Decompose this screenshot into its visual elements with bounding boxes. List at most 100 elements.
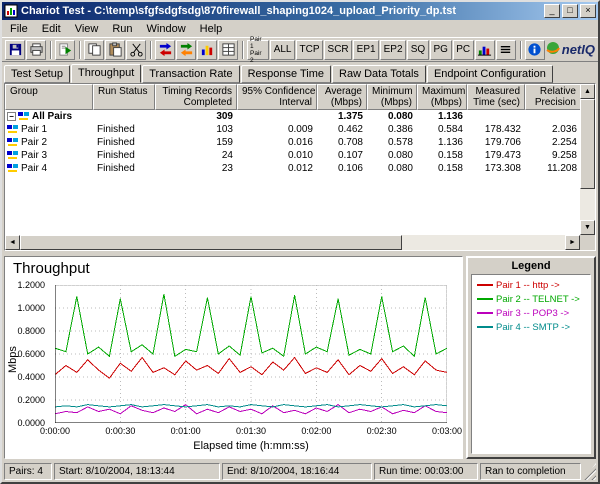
scroll-left-icon[interactable]: ◄ bbox=[5, 235, 20, 250]
table-row-pair-1[interactable]: Pair 1 Finished 103 0.009 0.462 0.386 0.584 178… bbox=[5, 123, 580, 136]
column-header-group[interactable]: Group bbox=[5, 84, 93, 110]
y-tick-label: 0.8000 bbox=[17, 326, 45, 336]
paste-button[interactable] bbox=[105, 39, 125, 60]
pair-chart-button[interactable] bbox=[197, 39, 217, 60]
info-button[interactable] bbox=[524, 39, 545, 60]
run-group-icon bbox=[58, 42, 73, 57]
legend-swatch bbox=[477, 326, 493, 328]
pair-add-button[interactable] bbox=[155, 39, 175, 60]
max-cell: 0.158 bbox=[437, 163, 463, 174]
copy-icon bbox=[87, 42, 102, 57]
x-tick-label: 0:02:00 bbox=[301, 426, 332, 436]
scroll-up-icon[interactable]: ▲ bbox=[580, 84, 595, 99]
tab-strip: Test Setup Throughput Transaction Rate Resp… bbox=[2, 62, 598, 83]
save-button[interactable] bbox=[5, 39, 25, 60]
table-row-pair-2[interactable]: Pair 2 Finished 159 0.016 0.708 0.578 1.136 179… bbox=[5, 136, 580, 149]
menu-lines-icon bbox=[498, 42, 513, 57]
min-cell: 0.080 bbox=[387, 150, 413, 161]
status-cell: Finished bbox=[97, 150, 135, 161]
x-axis-label: Elapsed time (h:mm:ss) bbox=[193, 440, 309, 452]
tab-raw-data-totals[interactable]: Raw Data Totals bbox=[332, 65, 426, 83]
run-group-button[interactable] bbox=[55, 39, 75, 60]
info-icon bbox=[527, 42, 542, 57]
menu-item-help[interactable]: Help bbox=[193, 21, 230, 37]
table-row-pair-3[interactable]: Pair 3 Finished 24 0.010 0.107 0.080 0.158 179.… bbox=[5, 149, 580, 162]
column-header-minimum[interactable]: Minimum (Mbps) bbox=[367, 84, 417, 110]
column-header-maximum[interactable]: Maximum (Mbps) bbox=[417, 84, 467, 110]
scroll-right-icon[interactable]: ► bbox=[565, 235, 580, 250]
toolbar-button-pc[interactable]: PC bbox=[452, 39, 474, 60]
vertical-scroll-thumb[interactable] bbox=[580, 99, 595, 189]
horizontal-scroll-thumb[interactable] bbox=[20, 235, 402, 250]
resize-grip[interactable] bbox=[583, 463, 596, 480]
precision-cell: 2.254 bbox=[551, 137, 577, 148]
title-bar[interactable]: Chariot Test - C:\temp\sfgfsdgfsdg\870fi… bbox=[2, 2, 598, 20]
column-header-run-status[interactable]: Run Status bbox=[93, 84, 155, 110]
toolbar-separator bbox=[50, 40, 52, 59]
table-row-all-pairs[interactable]: − All Pairs 309 1.375 0.080 1.136 bbox=[5, 110, 580, 123]
max-cell: 1.136 bbox=[437, 137, 463, 148]
y-tick-label: 1.2000 bbox=[17, 280, 45, 290]
column-header-measured[interactable]: Measured Time (sec) bbox=[467, 84, 525, 110]
group-label: Pair 3 bbox=[21, 150, 48, 161]
tab-response-time[interactable]: Response Time bbox=[240, 65, 332, 83]
toolbar-button-pg[interactable]: PG bbox=[429, 39, 452, 60]
toolbar-button-ep2[interactable]: EP2 bbox=[380, 39, 407, 60]
column-header-95-confidence[interactable]: 95% Confidence Interval bbox=[237, 84, 317, 110]
tab-test-setup[interactable]: Test Setup bbox=[4, 65, 70, 83]
chart-area: Throughput Mbps Elapsed time (h:mm:ss) 0… bbox=[4, 256, 463, 459]
menu-item-edit[interactable]: Edit bbox=[35, 21, 68, 37]
menu-lines-button[interactable] bbox=[495, 39, 516, 60]
min-cell: 0.578 bbox=[387, 137, 413, 148]
pair-copy-button[interactable] bbox=[176, 39, 196, 60]
column-header-timing-records[interactable]: Timing Records Completed bbox=[155, 84, 237, 110]
toolbar-button-all[interactable]: ALL bbox=[270, 39, 296, 60]
completed-cell: 23 bbox=[221, 163, 233, 174]
cut-button[interactable] bbox=[126, 39, 146, 60]
table-body: − All Pairs 309 1.375 0.080 1.136 Pair 1 Finish… bbox=[5, 110, 580, 175]
status-bar: Pairs: 4 Start: 8/10/2004, 18:13:44 End: 8… bbox=[2, 461, 598, 482]
expand-collapse-box[interactable]: − bbox=[7, 112, 16, 121]
legend-label: Pair 3 -- POP3 -> bbox=[496, 307, 570, 319]
print-button[interactable] bbox=[26, 39, 46, 60]
menu-item-run[interactable]: Run bbox=[105, 21, 139, 37]
column-header-relative[interactable]: Relative Precision bbox=[525, 84, 580, 110]
copy-button[interactable] bbox=[84, 39, 104, 60]
pair-1-2-label: Pair 1 Pair 2 bbox=[250, 35, 262, 64]
pair-grid-icon bbox=[221, 42, 236, 57]
group-cell: Pair 1 bbox=[5, 124, 93, 135]
toolbar-separator bbox=[242, 40, 244, 59]
minimize-button[interactable]: _ bbox=[544, 4, 560, 18]
chart-button[interactable] bbox=[474, 39, 495, 60]
tab-throughput[interactable]: Throughput bbox=[70, 64, 142, 83]
table-row-pair-4[interactable]: Pair 4 Finished 23 0.012 0.106 0.080 0.158 173.… bbox=[5, 162, 580, 175]
print-icon bbox=[29, 42, 44, 57]
legend-panel: Legend Pair 1 -- http -> Pair 2 -- TELNET… bbox=[466, 256, 596, 459]
menu-item-file[interactable]: File bbox=[3, 21, 35, 37]
toolbar-button-tcp[interactable]: TCP bbox=[296, 39, 324, 60]
toolbar-button-sq[interactable]: SQ bbox=[407, 39, 429, 60]
column-header-average[interactable]: Average (Mbps) bbox=[317, 84, 367, 110]
toolbar-button-scr[interactable]: SCR bbox=[324, 39, 353, 60]
scroll-down-icon[interactable]: ▼ bbox=[580, 220, 595, 235]
toolbar-button-ep1[interactable]: EP1 bbox=[353, 39, 380, 60]
vertical-scroll-track[interactable] bbox=[580, 99, 595, 220]
avg-cell: 0.107 bbox=[337, 150, 363, 161]
group-label: Pair 1 bbox=[21, 124, 48, 135]
tab-endpoint-configuration[interactable]: Endpoint Configuration bbox=[426, 65, 553, 83]
legend-swatch bbox=[477, 284, 493, 286]
min-cell: 0.386 bbox=[387, 124, 413, 135]
avg-cell: 1.375 bbox=[337, 111, 363, 122]
menu-item-view[interactable]: View bbox=[68, 21, 106, 37]
close-button[interactable]: × bbox=[580, 4, 596, 18]
pair-1-2-button[interactable]: Pair 1 Pair 2 bbox=[247, 36, 270, 64]
horizontal-scroll-track[interactable] bbox=[20, 235, 565, 250]
pair-grid-button[interactable] bbox=[218, 39, 238, 60]
table-vertical-scrollbar[interactable]: ▲ ▼ bbox=[580, 84, 595, 235]
maximize-button[interactable]: □ bbox=[562, 4, 578, 18]
menu-item-window[interactable]: Window bbox=[140, 21, 193, 37]
status-cell: Finished bbox=[97, 137, 135, 148]
tab-transaction-rate[interactable]: Transaction Rate bbox=[142, 65, 240, 83]
toolbar-separator bbox=[79, 40, 81, 59]
cut-icon bbox=[129, 42, 144, 57]
